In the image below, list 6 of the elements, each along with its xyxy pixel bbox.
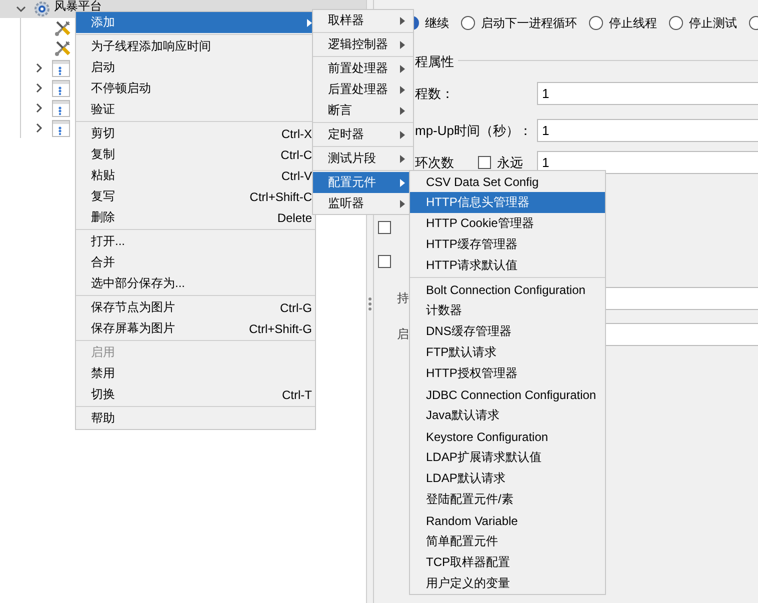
field-label: 持 [397,290,409,307]
field-label: 程数： [415,84,454,102]
field-label: 环次数 [415,154,454,172]
field-label: mp-Up时间（秒）： [415,122,532,140]
group-title: 程属性 [415,53,454,71]
field-label: 启 [397,326,409,343]
